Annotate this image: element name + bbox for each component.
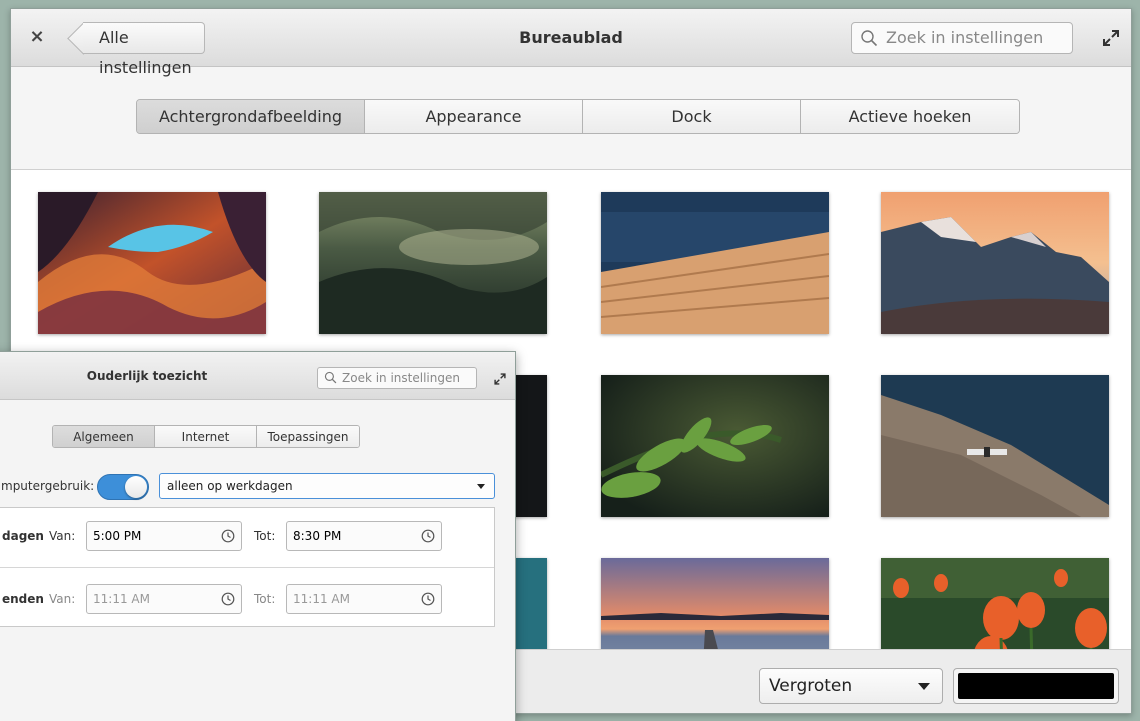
overlay-search-placeholder: Zoek in instellingen [342,371,460,385]
settings-tabs: Achtergrondafbeelding Appearance Dock Ac… [136,99,1020,134]
wallpaper-satellite-over-rock[interactable] [881,375,1109,517]
chevron-down-icon [477,484,485,489]
clock-icon[interactable] [221,529,235,543]
overlay-header-bar: Ouderlijk toezicht Zoek in instellingen [0,352,515,400]
tab-toepassingen[interactable]: Toepassingen [257,426,359,447]
weekdays-from-input[interactable]: 5:00 PM [86,521,242,551]
schedule-value: alleen op werkdagen [167,479,293,493]
toggle-knob [125,476,147,498]
weekdays-to-value: 8:30 PM [293,529,342,543]
overlay-search-input[interactable]: Zoek in instellingen [317,367,477,389]
overlay-window-title: Ouderlijk toezicht [86,369,208,383]
window-title: Bureaublad [519,28,623,47]
background-color-button[interactable] [953,668,1119,704]
schedule-select[interactable]: alleen op werkdagen [159,473,495,499]
weekend-from-input[interactable]: 11:11 AM [86,584,242,614]
clock-icon[interactable] [421,592,435,606]
tab-internet[interactable]: Internet [155,426,257,447]
weekdays-to-label: Tot: [254,529,276,543]
back-button[interactable]: Alle instellingen [83,22,205,77]
wallpaper-ocean-pier[interactable] [601,192,829,334]
wallpaper-mode-select[interactable]: Vergroten [759,668,943,704]
tab-algemeen[interactable]: Algemeen [53,426,155,447]
row-divider [0,567,494,568]
weekdays-to-input[interactable]: 8:30 PM [286,521,442,551]
weekend-to-value: 11:11 AM [293,592,350,606]
parental-control-window: Ouderlijk toezicht Zoek in instellingen … [0,351,516,721]
maximize-icon[interactable] [493,372,507,386]
tab-dock[interactable]: Dock [583,100,801,133]
tab-appearance[interactable]: Appearance [365,100,583,133]
weekend-from-value: 11:11 AM [93,592,150,606]
weekend-to-label: Tot: [254,592,276,606]
weekdays-from-value: 5:00 PM [93,529,142,543]
schedule-panel: dagen Van: 5:00 PM Tot: 8:30 PM enden Va… [0,507,495,627]
weekdays-from-label: Van: [49,529,76,543]
close-button[interactable]: × [25,25,49,49]
wallpaper-green-branch[interactable] [601,375,829,517]
tab-achtergrondafbeelding[interactable]: Achtergrondafbeelding [137,100,365,133]
overlay-tabs: Algemeen Internet Toepassingen [52,425,360,448]
header-bar: × Alle instellingen Bureaublad Zoek in i… [11,9,1131,77]
search-input[interactable]: Zoek in instellingen [851,22,1073,54]
computer-usage-toggle[interactable] [97,474,149,500]
clock-icon[interactable] [221,592,235,606]
weekend-from-label: Van: [49,592,76,606]
color-swatch [958,673,1114,699]
clock-icon[interactable] [421,529,435,543]
weekend-label: enden [2,592,44,606]
search-placeholder: Zoek in instellingen [886,28,1044,47]
search-icon [861,30,878,47]
wallpaper-mountain-sunset[interactable] [881,192,1109,334]
weekdays-label: dagen [2,529,44,543]
wallpaper-misty-forest[interactable] [319,192,547,334]
chevron-down-icon [918,683,930,690]
weekend-to-input[interactable]: 11:11 AM [286,584,442,614]
wallpaper-mode-value: Vergroten [769,676,853,696]
maximize-icon[interactable] [1101,28,1121,48]
computer-usage-label: mputergebruik: [1,479,95,493]
search-icon [324,371,337,384]
wallpaper-antelope-canyon[interactable] [38,192,266,334]
tab-actieve-hoeken[interactable]: Actieve hoeken [801,100,1019,133]
